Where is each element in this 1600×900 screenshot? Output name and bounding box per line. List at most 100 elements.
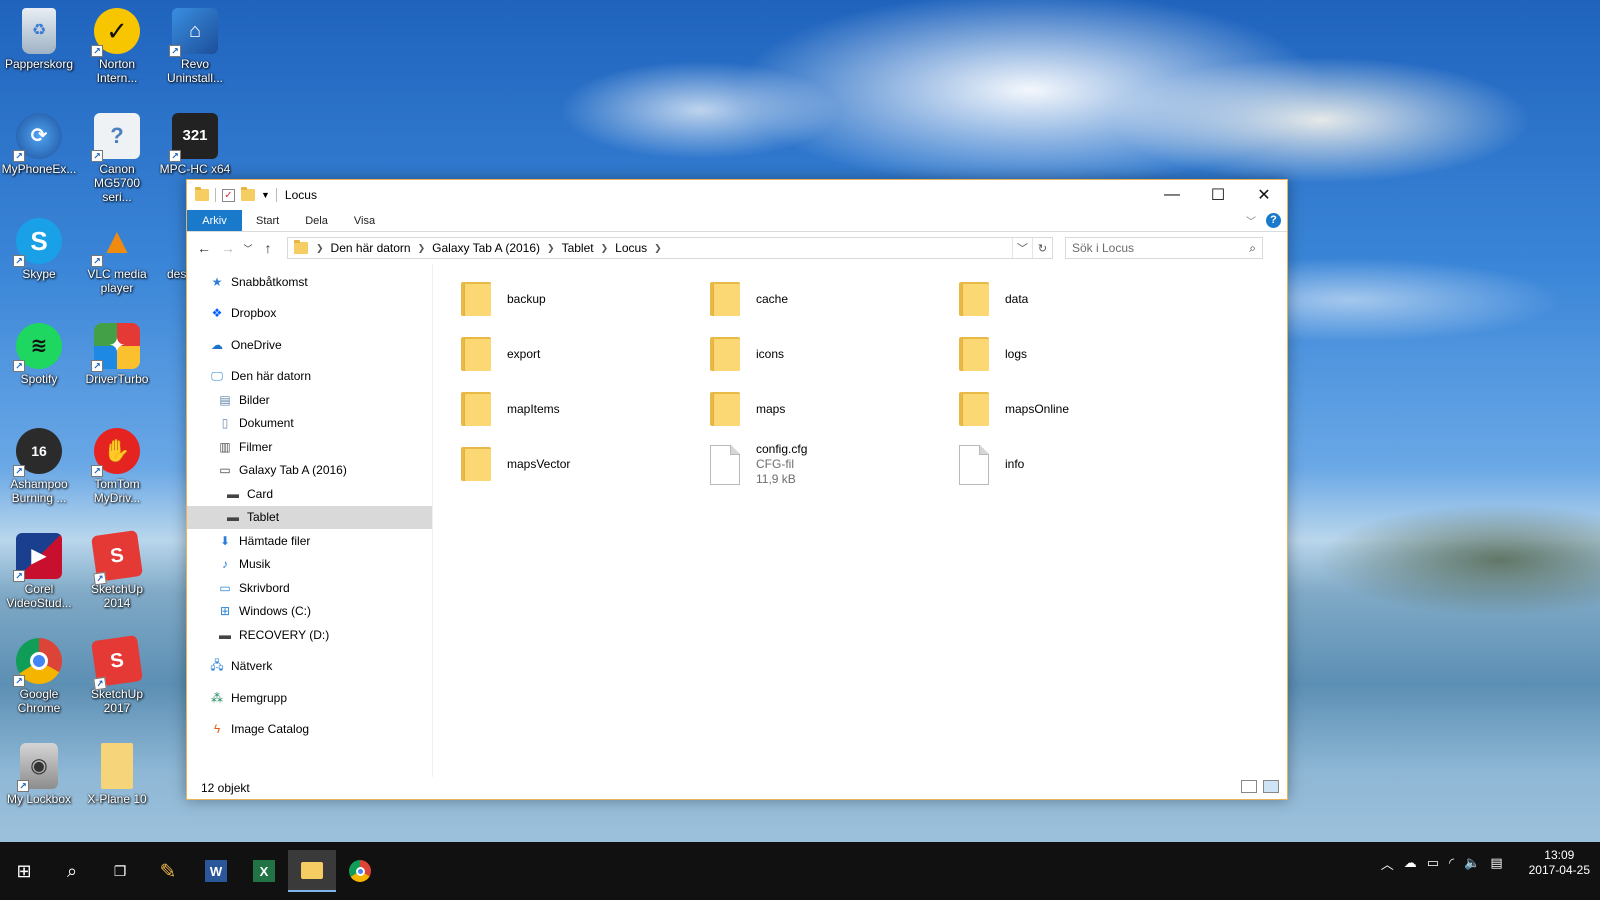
search-box[interactable]: Sök i Locus ⌕ [1065, 237, 1263, 259]
desktop-icon-myphoneexplorer[interactable]: ⟳ ↗ MyPhoneEx... [1, 113, 77, 176]
wifi-icon[interactable]: ◜ [1449, 855, 1454, 871]
desktop-icon-revo[interactable]: ⌂ ↗ Revo Uninstall... [157, 8, 233, 85]
tab-dela[interactable]: Dela [292, 210, 341, 231]
expand-ribbon-icon[interactable]: ﹀ [1246, 213, 1256, 228]
tab-visa[interactable]: Visa [341, 210, 388, 231]
desktop-icon-vlc[interactable]: ▲ ↗ VLC media player [79, 218, 155, 296]
show-hidden-icons-icon[interactable]: ︿ [1381, 854, 1394, 873]
search-icon[interactable]: ⌕ [1249, 241, 1256, 256]
back-button[interactable]: ← [193, 237, 215, 259]
chevron-right-icon[interactable]: ❯ [545, 243, 557, 254]
up-button[interactable]: ↑ [257, 237, 279, 259]
new-folder-icon[interactable] [241, 187, 255, 201]
desktop-icon-recycle-bin[interactable]: ♻ Papperskorg [1, 8, 77, 71]
breadcrumb-this-pc[interactable]: Den här datorn [326, 241, 416, 255]
help-icon[interactable]: ? [1266, 213, 1281, 228]
nav-device[interactable]: ▭ Galaxy Tab A (2016) [187, 459, 432, 483]
large-icons-view-icon[interactable] [1263, 780, 1279, 793]
folder-item-logs[interactable]: logs [935, 329, 1180, 379]
tab-arkiv[interactable]: Arkiv [187, 210, 242, 231]
desktop-icon-norton[interactable]: ✓ ↗ Norton Intern... [79, 8, 155, 85]
nav-quick-access[interactable]: ★ Snabbåtkomst [187, 270, 432, 294]
nav-dropbox[interactable]: ❖ Dropbox [187, 302, 432, 326]
nav-documents[interactable]: ▯ Dokument [187, 412, 432, 436]
chevron-right-icon[interactable]: ❯ [416, 243, 428, 254]
details-view-icon[interactable] [1241, 780, 1257, 793]
folder-icon [461, 335, 491, 371]
refresh-icon[interactable]: ↻ [1032, 238, 1052, 258]
desktop-icon-ashampoo[interactable]: 16 ↗ Ashampoo Burning ... [1, 428, 77, 505]
task-view-icon[interactable]: ❐ [96, 850, 144, 892]
nav-card[interactable]: ▬ Card [187, 482, 432, 506]
chevron-down-icon[interactable]: ▼ [261, 190, 270, 200]
desktop-icon-partial[interactable]: des [157, 218, 187, 281]
action-center-icon[interactable]: ▤ [1490, 855, 1502, 871]
desktop-icon-corel[interactable]: ▶ ↗ Corel VideoStud... [1, 533, 77, 610]
nav-tablet[interactable]: ▬ Tablet [187, 505, 432, 529]
desktop-icon-chrome[interactable]: ↗ Google Chrome [1, 638, 77, 715]
desktop-icon-driverturbo[interactable]: ✦ ↗ DriverTurbo [79, 323, 155, 386]
desktop-icon-spotify[interactable]: ≋ ↗ Spotify [1, 323, 77, 386]
desktop-icon-tomtom[interactable]: ✋ ↗ TomTom MyDriv... [79, 428, 155, 505]
tab-start[interactable]: Start [242, 210, 292, 231]
word-app-icon[interactable]: W [192, 850, 240, 892]
folder-item-export[interactable]: export [437, 329, 682, 379]
volume-icon[interactable]: 🔈 [1464, 855, 1480, 871]
file-explorer-app-icon[interactable] [288, 850, 336, 892]
nav-drive-c[interactable]: ⊞ Windows (C:) [187, 600, 432, 624]
folder-item-mapitems[interactable]: mapItems [437, 384, 682, 434]
chrome-app-icon[interactable] [336, 850, 384, 892]
start-button[interactable]: ⊞ [0, 850, 48, 892]
nav-pictures[interactable]: ▤ Bilder [187, 388, 432, 412]
nav-homegroup[interactable]: ⁂ Hemgrupp [187, 686, 432, 710]
battery-icon[interactable]: ▭ [1427, 855, 1439, 871]
paint-app-icon[interactable]: ✎ [144, 850, 192, 892]
address-bar[interactable]: ❯ Den här datorn ❯ Galaxy Tab A (2016) ❯… [287, 237, 1053, 259]
onedrive-tray-icon[interactable]: ☁ [1404, 855, 1417, 871]
forward-button[interactable]: → [217, 237, 239, 259]
desktop-icon-sketchup-2017[interactable]: S ↗ SketchUp 2017 [79, 635, 155, 715]
desktop-icon-mpc-hc[interactable]: 321 ↗ MPC-HC x64 [157, 113, 233, 176]
nav-downloads[interactable]: ⬇ Hämtade filer [187, 529, 432, 553]
nav-desktop[interactable]: ▭ Skrivbord [187, 576, 432, 600]
desktop-icon-x-plane[interactable]: X-Plane 10 [79, 743, 155, 806]
chevron-right-icon[interactable]: ❯ [599, 243, 611, 254]
breadcrumb-tablet[interactable]: Tablet [557, 241, 599, 255]
minimize-button[interactable]: — [1149, 180, 1195, 210]
folder-item-icons[interactable]: icons [686, 329, 931, 379]
file-item-config[interactable]: config.cfg CFG-fil 11,9 kB [686, 439, 931, 489]
nav-this-pc[interactable]: 🖵 Den här datorn [187, 365, 432, 389]
nav-drive-d[interactable]: ▬ RECOVERY (D:) [187, 623, 432, 647]
chevron-right-icon[interactable]: ❯ [652, 243, 664, 254]
search-icon[interactable]: ⌕ [48, 850, 96, 892]
nav-network[interactable]: 🖧 Nätverk [187, 655, 432, 679]
clock[interactable]: 13:09 2017-04-25 [1529, 848, 1590, 878]
folder-item-backup[interactable]: backup [437, 274, 682, 324]
chevron-right-icon[interactable]: ❯ [314, 243, 326, 254]
close-button[interactable]: ✕ [1241, 180, 1287, 210]
nav-music[interactable]: ♪ Musik [187, 553, 432, 577]
folder-item-mapsvector[interactable]: mapsVector [437, 439, 682, 489]
nav-image-catalog[interactable]: ϟ Image Catalog [187, 718, 432, 742]
address-dropdown-icon[interactable]: ﹀ [1012, 238, 1032, 258]
nav-videos[interactable]: ▥ Filmer [187, 435, 432, 459]
recent-locations-button[interactable]: ﹀ [241, 237, 255, 259]
folder-item-data[interactable]: data [935, 274, 1180, 324]
folder-item-mapsonline[interactable]: mapsOnline [935, 384, 1180, 434]
folder-item-cache[interactable]: cache [686, 274, 931, 324]
desktop-icon-my-lockbox[interactable]: ◉ ↗ My Lockbox [1, 743, 77, 806]
nav-label: Den här datorn [231, 369, 312, 384]
folder-item-maps[interactable]: maps [686, 384, 931, 434]
nav-onedrive[interactable]: ☁ OneDrive [187, 333, 432, 357]
desktop-icon-sketchup-2014[interactable]: S ↗ SketchUp 2014 [79, 530, 155, 610]
breadcrumb-device[interactable]: Galaxy Tab A (2016) [427, 241, 545, 255]
desktop-icon-canon[interactable]: ? ↗ Canon MG5700 seri... [79, 113, 155, 204]
file-item-info[interactable]: info [935, 439, 1180, 489]
breadcrumb-locus[interactable]: Locus [610, 241, 652, 255]
properties-icon[interactable]: ✓ [222, 188, 235, 202]
excel-app-icon[interactable]: X [240, 850, 288, 892]
title-bar[interactable]: ✓ ▼ Locus — ☐ ✕ [187, 180, 1287, 210]
desktop-icon-skype[interactable]: S ↗ Skype [1, 218, 77, 281]
maximize-button[interactable]: ☐ [1195, 180, 1241, 210]
desktop-icon: ▭ [219, 580, 231, 595]
